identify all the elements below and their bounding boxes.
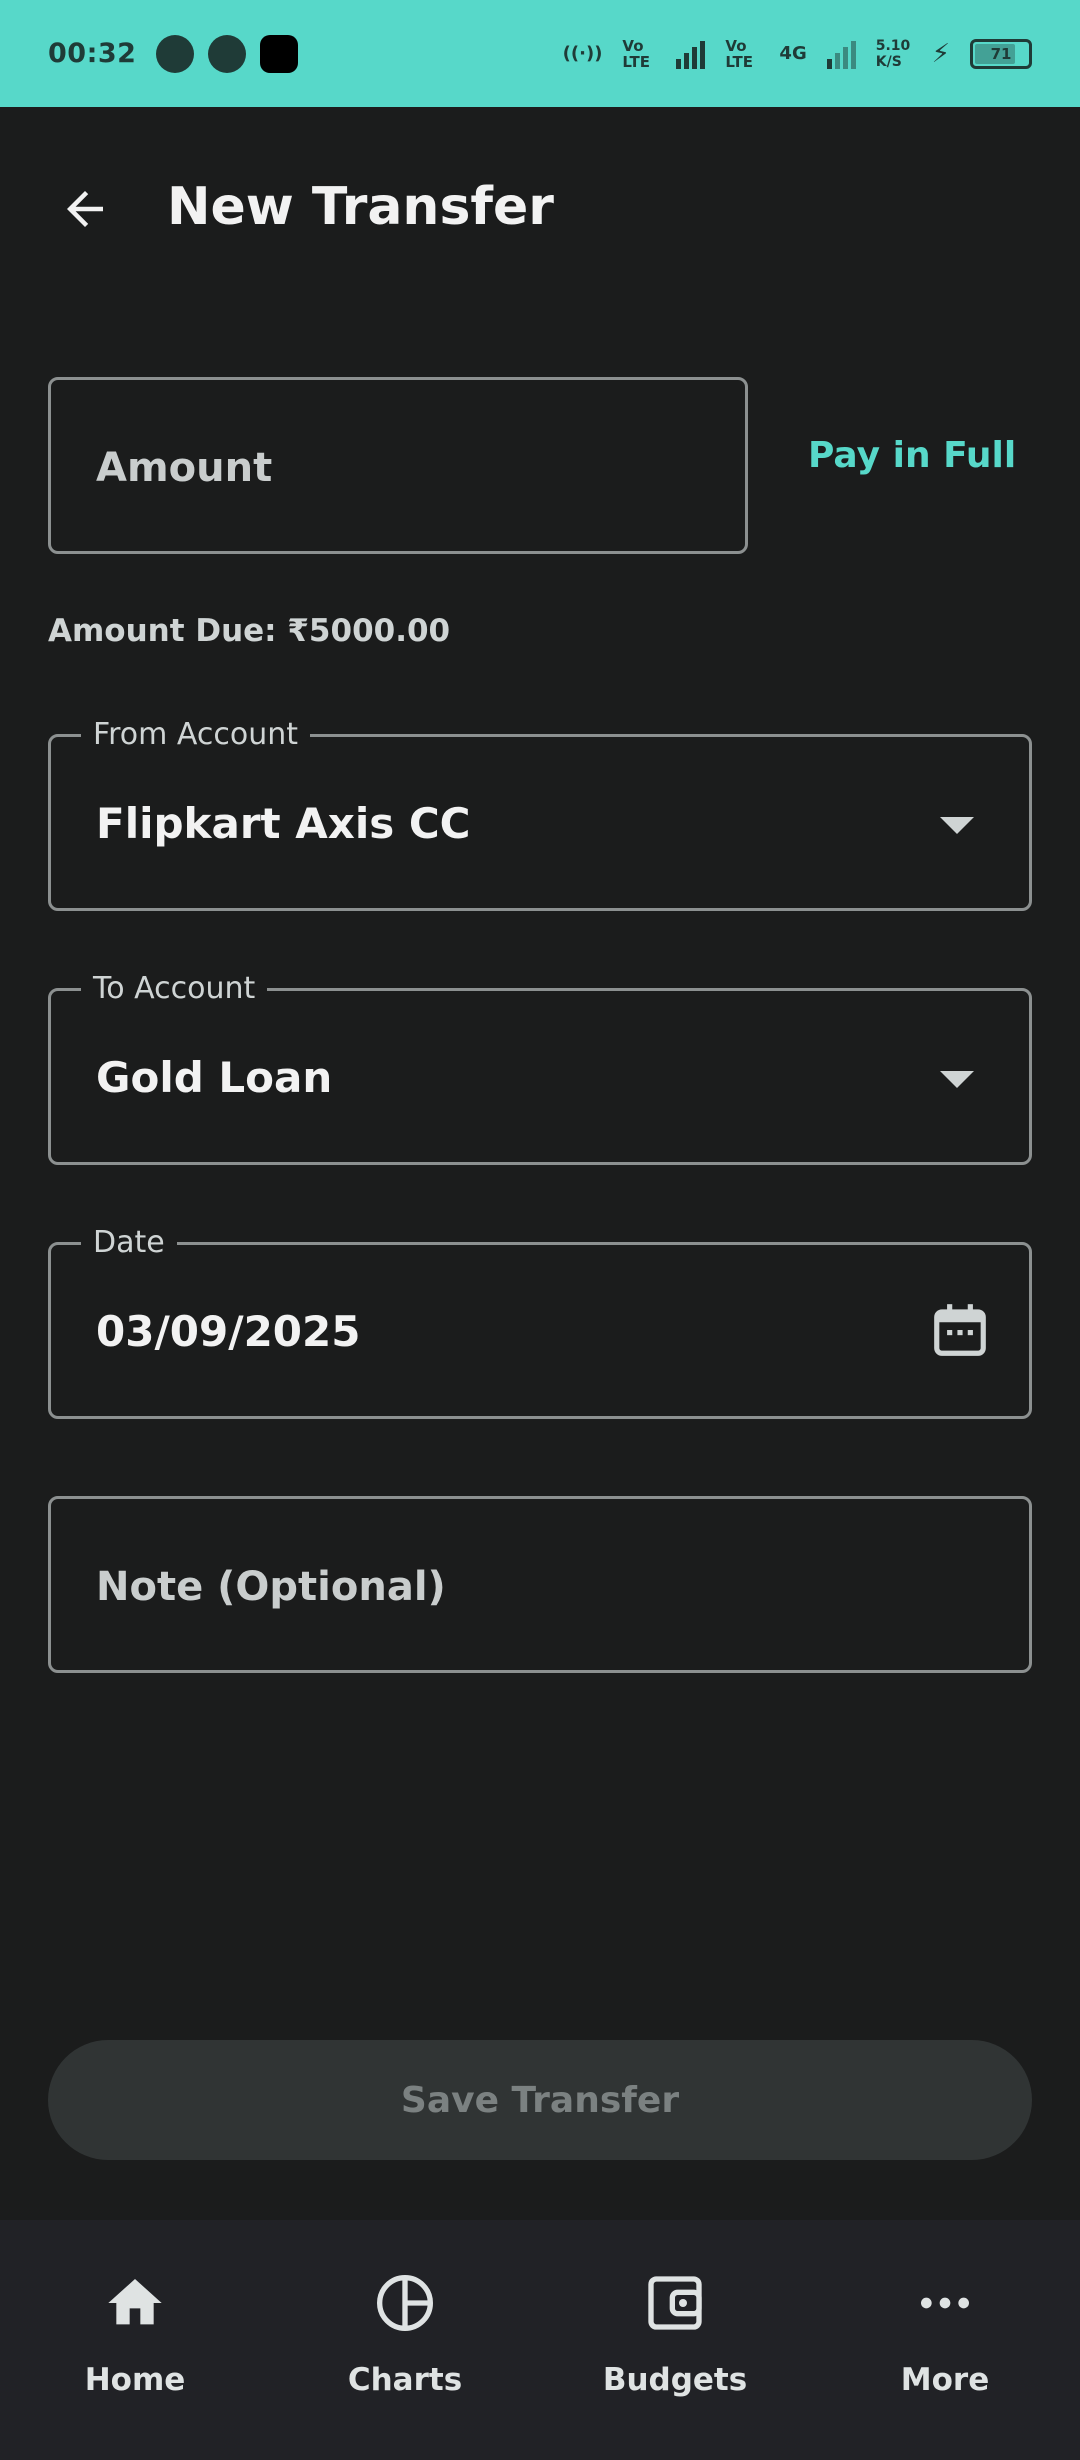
battery-level: 71 — [990, 44, 1012, 63]
note-placeholder: Note (Optional) — [96, 1564, 446, 1610]
signal-icon — [676, 39, 706, 69]
battery-icon: 71 — [970, 38, 1032, 69]
to-account-select[interactable]: To Account Gold Loan — [48, 971, 1032, 1165]
wallet-icon — [640, 2268, 710, 2338]
home-icon — [100, 2268, 170, 2338]
nav-item-more[interactable]: More — [810, 2220, 1080, 2460]
status-time: 00:32 — [48, 38, 137, 69]
nav-label-home: Home — [84, 2362, 186, 2398]
from-account-label: From Account — [81, 717, 310, 752]
nav-item-budgets[interactable]: Budgets — [540, 2220, 810, 2460]
dropdown-arrow-icon — [940, 817, 974, 834]
network-type-label: Vo LTE — [622, 36, 650, 71]
nav-item-home[interactable]: Home — [0, 2220, 270, 2460]
charging-icon: ⚡ — [931, 38, 950, 69]
from-account-select[interactable]: From Account Flipkart Axis CC — [48, 717, 1032, 911]
save-transfer-button[interactable]: Save Transfer — [48, 2040, 1032, 2160]
arrow-left-icon — [67, 191, 103, 227]
nav-label-budgets: Budgets — [602, 2362, 748, 2398]
network-type-label: 4G — [779, 43, 807, 64]
amount-placeholder: Amount — [96, 445, 273, 491]
date-field[interactable]: Date 03/09/2025 — [48, 1225, 1032, 1419]
hotspot-icon: ((·)) — [562, 43, 603, 64]
to-account-value: Gold Loan — [96, 1053, 333, 1102]
note-input[interactable]: Note (Optional) — [48, 1496, 1032, 1673]
signal-icon — [826, 39, 856, 69]
nav-item-charts[interactable]: Charts — [270, 2220, 540, 2460]
network-type-label: Vo LTE — [725, 36, 753, 71]
from-account-value: Flipkart Axis CC — [96, 799, 471, 848]
more-icon — [910, 2268, 980, 2338]
notification-icons — [156, 34, 299, 73]
calendar-icon[interactable] — [929, 1297, 991, 1367]
status-bar: 00:32 ((·)) Vo LTE Vo LTE 4G 5.10 K/S ⚡ … — [0, 0, 1080, 107]
app-notification-icon — [260, 34, 299, 73]
back-button[interactable] — [55, 179, 115, 239]
pay-in-full-button[interactable]: Pay in Full — [808, 435, 1016, 476]
network-speed: 5.10 K/S — [875, 37, 911, 70]
page-title: New Transfer — [167, 177, 554, 237]
amount-input[interactable]: Amount — [48, 377, 748, 554]
status-indicators: ((·)) Vo LTE Vo LTE 4G 5.10 K/S ⚡ 71 — [563, 38, 1032, 70]
app-notification-icon — [156, 34, 195, 73]
nav-label-more: More — [900, 2362, 990, 2398]
amount-due-text: Amount Due: ₹5000.00 — [48, 613, 451, 649]
date-value: 03/09/2025 — [96, 1307, 361, 1356]
bottom-navigation: Home Charts Budgets More — [0, 2220, 1080, 2460]
to-account-label: To Account — [81, 971, 268, 1006]
app-bar: New Transfer — [0, 107, 1080, 307]
date-label: Date — [81, 1225, 177, 1260]
dropdown-arrow-icon — [940, 1071, 974, 1088]
nav-label-charts: Charts — [347, 2362, 463, 2398]
app-notification-icon — [208, 34, 247, 73]
pie-chart-icon — [370, 2268, 440, 2338]
